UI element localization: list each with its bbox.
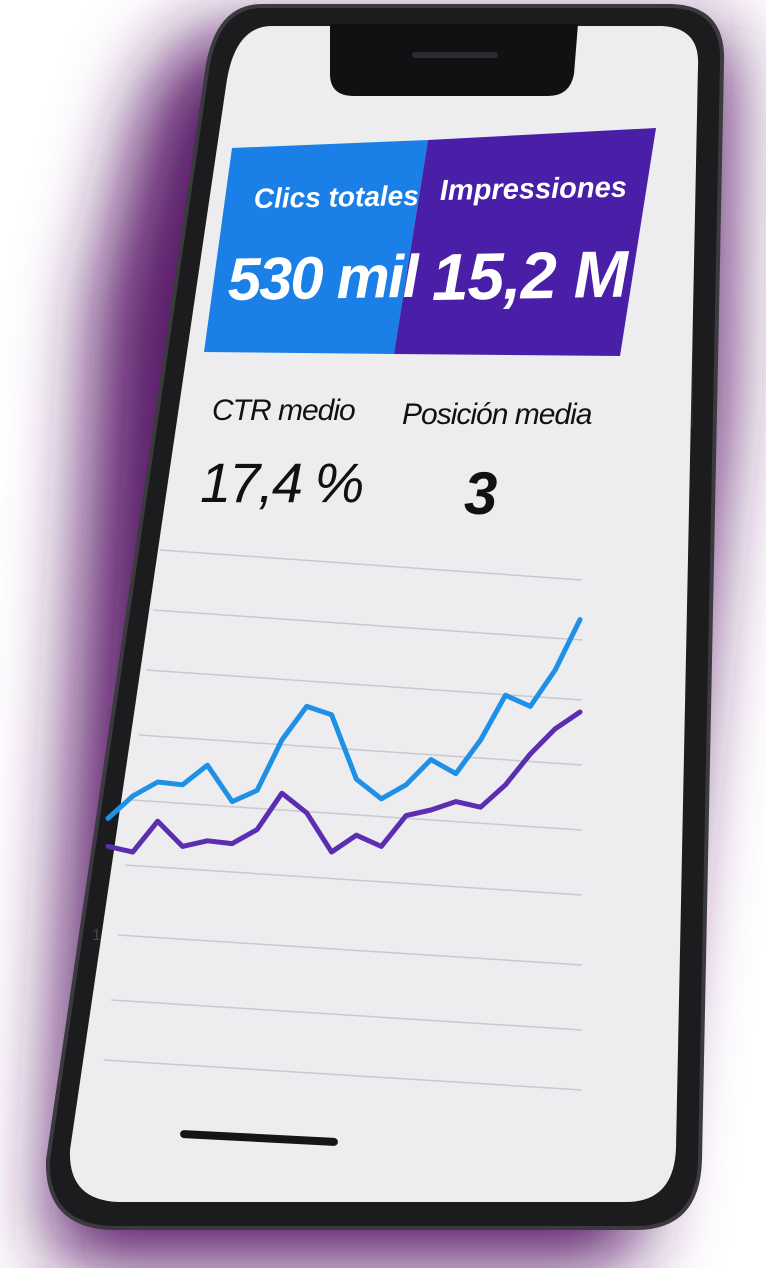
ctr-label: CTR medio bbox=[212, 394, 355, 427]
clicks-label: Clics totales bbox=[254, 180, 419, 214]
product-scene: Clics totales 530 mil Impressiones 15,2 … bbox=[0, 0, 766, 1268]
ctr-value: 17,4 % bbox=[200, 451, 363, 514]
speaker-grille bbox=[412, 52, 498, 58]
y-axis-tick-label: 1 bbox=[92, 927, 101, 944]
clicks-value: 530 mil bbox=[227, 243, 421, 313]
position-value: 3 bbox=[464, 460, 497, 527]
impressions-value: 15,2 M bbox=[431, 237, 631, 314]
position-label: Posición media bbox=[402, 398, 592, 431]
phone-notch bbox=[330, 24, 578, 96]
phone-mockup: Clics totales 530 mil Impressiones 15,2 … bbox=[45, 3, 725, 1230]
impressions-label: Impressiones bbox=[440, 172, 628, 207]
